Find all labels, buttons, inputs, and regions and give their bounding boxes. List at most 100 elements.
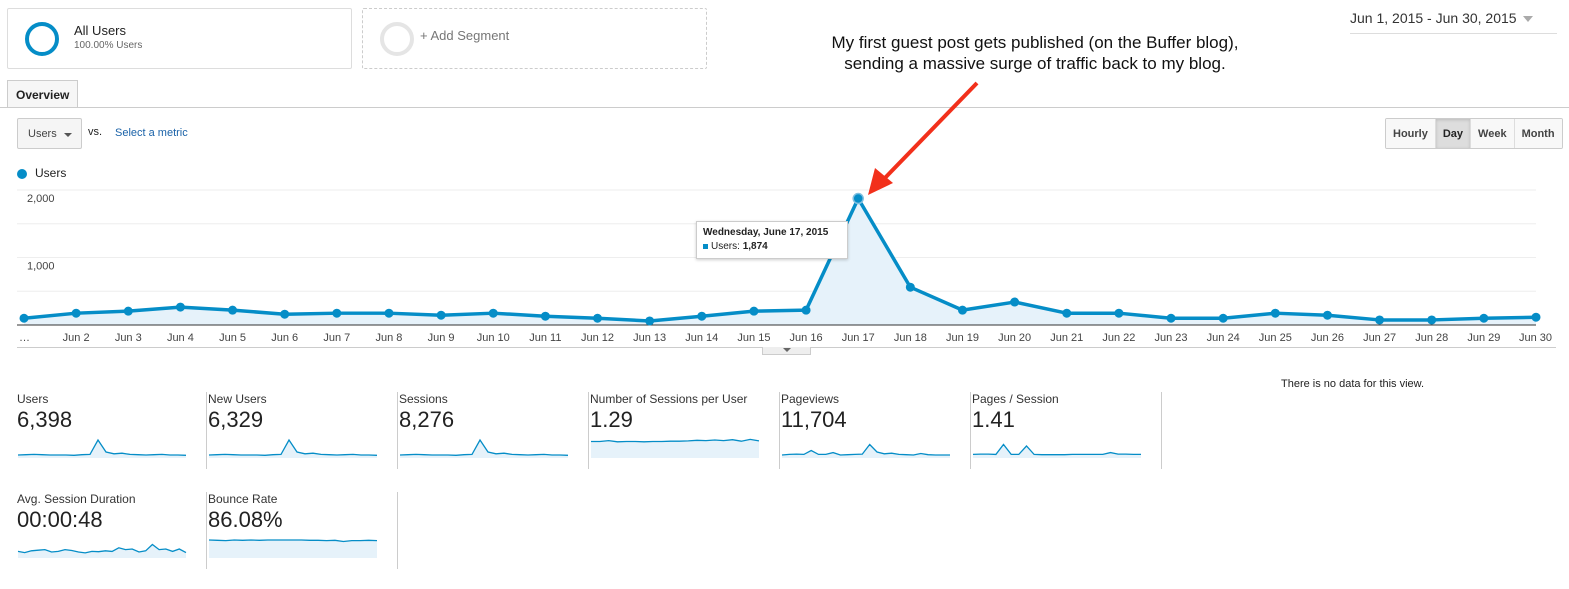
data-point[interactable] [1375, 315, 1385, 325]
tab-divider [0, 107, 1569, 108]
sparkline-area [209, 540, 377, 558]
kpi-sparkline [399, 438, 569, 458]
x-tick-label: Jun 2 [63, 332, 90, 344]
tooltip-value-row: Users: 1,874 [703, 241, 841, 252]
x-tick-label: Jun 28 [1415, 332, 1448, 344]
users-line-chart[interactable]: 2,000 1,000 … Jun 2 Jun 3 Jun 4 Jun 5 Jun 6 Jun … [0, 180, 1569, 350]
kpi-users[interactable]: Users 6,398 [17, 392, 207, 469]
data-point[interactable] [1218, 313, 1228, 323]
data-point[interactable] [1166, 313, 1176, 323]
caret-down-icon [64, 133, 72, 137]
data-point[interactable] [280, 309, 290, 319]
x-tick-label: Jun 18 [894, 332, 927, 344]
data-point[interactable] [1479, 313, 1489, 323]
data-point[interactable] [228, 305, 238, 315]
x-tick-label: Jun 7 [323, 332, 350, 344]
add-segment-button[interactable]: + Add Segment [362, 8, 707, 69]
kpi-sparkline [208, 438, 378, 458]
arrow-shaft [881, 81, 979, 182]
x-tick-label: Jun 15 [737, 332, 770, 344]
granularity-month[interactable]: Month [1513, 119, 1562, 148]
data-point[interactable] [1322, 310, 1332, 320]
data-point[interactable] [540, 311, 550, 321]
x-tick-label: Jun 19 [946, 332, 979, 344]
granularity-hourly[interactable]: Hourly [1386, 119, 1435, 148]
date-range-label: Jun 1, 2015 - Jun 30, 2015 [1350, 10, 1517, 26]
kpi-label: Pageviews [781, 392, 840, 406]
select-metric-link[interactable]: Select a metric [115, 127, 188, 139]
y-tick-label: 1,000 [27, 261, 55, 273]
kpi-bounce-rate[interactable]: Bounce Rate 86.08% [208, 492, 398, 569]
kpi-avg-session-duration[interactable]: Avg. Session Duration 00:00:48 [17, 492, 207, 569]
kpi-sparkline [781, 443, 950, 458]
data-point[interactable] [175, 302, 185, 312]
metric-dropdown-label: Users [28, 128, 57, 140]
kpi-label: New Users [208, 392, 267, 406]
x-tick-label: Jun 3 [115, 332, 142, 344]
data-point[interactable] [1010, 297, 1020, 307]
data-point[interactable] [749, 306, 759, 316]
data-point[interactable] [593, 313, 603, 323]
annotation-line-2: sending a massive surge of traffic back … [844, 54, 1226, 73]
data-point[interactable] [645, 316, 655, 326]
kpi-sparkline [591, 438, 760, 458]
data-point-highlighted[interactable] [852, 192, 864, 205]
segment-title: All Users [74, 23, 127, 38]
tab-overview[interactable]: Overview [7, 80, 78, 108]
kpi-sparkline [208, 539, 378, 558]
x-tick-label: Jun 4 [167, 332, 194, 344]
data-point[interactable] [384, 308, 394, 318]
data-point[interactable] [1531, 312, 1541, 322]
kpi-sessions[interactable]: Sessions 8,276 [399, 392, 589, 469]
x-tick-label: Jun 5 [219, 332, 246, 344]
data-point[interactable] [1114, 308, 1124, 318]
x-tick-label: Jun 16 [790, 332, 823, 344]
segment-ring-icon [25, 22, 59, 56]
data-point[interactable] [71, 308, 81, 318]
tooltip-date: Wednesday, June 17, 2015 [703, 227, 829, 238]
granularity-day[interactable]: Day [1434, 119, 1471, 148]
metric-dropdown[interactable]: Users [17, 118, 82, 149]
x-tick-label: Jun 13 [633, 332, 666, 344]
segment-all-users[interactable]: All Users 100.00% Users [7, 8, 352, 69]
kpi-new-users[interactable]: New Users 6,329 [208, 392, 398, 469]
x-tick-label: Jun 8 [376, 332, 403, 344]
kpi-pages-session[interactable]: Pages / Session 1.41 [972, 392, 1162, 469]
data-point[interactable] [801, 305, 811, 315]
data-point[interactable] [488, 308, 498, 318]
x-tick-label: Jun 6 [271, 332, 298, 344]
kpi-number-of-sessions-per-user[interactable]: Number of Sessions per User 1.29 [590, 392, 780, 469]
kpi-pageviews[interactable]: Pageviews 11,704 [781, 392, 971, 469]
data-point[interactable] [957, 305, 967, 315]
granularity-week[interactable]: Week [1470, 119, 1514, 148]
x-tick-label: Jun 9 [428, 332, 455, 344]
add-segment-label: + Add Segment [420, 28, 510, 43]
x-tick-label: Jun 29 [1467, 332, 1500, 344]
data-point[interactable] [123, 306, 133, 316]
x-tick-label: Jun 20 [998, 332, 1031, 344]
x-tick-label: Jun 21 [1050, 332, 1083, 344]
data-point[interactable] [1062, 308, 1072, 318]
data-point[interactable] [1270, 308, 1280, 318]
granularity-toggle: Hourly Day Week Month [1385, 118, 1563, 149]
vs-label: vs. [88, 126, 103, 138]
kpi-label: Users [17, 392, 49, 406]
data-point[interactable] [905, 282, 915, 292]
date-range-picker[interactable]: Jun 1, 2015 - Jun 30, 2015 [1350, 10, 1557, 34]
empty-segment-ring-icon [380, 22, 414, 56]
data-point[interactable] [697, 311, 707, 321]
legend-users-dot-icon [17, 169, 27, 179]
x-tick-label: Jun 24 [1207, 332, 1240, 344]
kpi-label: Pages / Session [972, 392, 1059, 406]
kpi-label: Sessions [399, 392, 448, 406]
x-tick-label: Jun 14 [685, 332, 718, 344]
caret-down-icon [1522, 16, 1533, 23]
collapse-chart-button[interactable] [762, 347, 811, 355]
data-point[interactable] [332, 308, 342, 318]
tooltip-value: 1,874 [742, 241, 768, 252]
data-point[interactable] [19, 313, 29, 323]
x-tick-label: Jun 25 [1259, 332, 1292, 344]
data-point[interactable] [436, 310, 446, 320]
data-point[interactable] [1427, 315, 1437, 325]
kpi-sparkline [972, 443, 1141, 458]
